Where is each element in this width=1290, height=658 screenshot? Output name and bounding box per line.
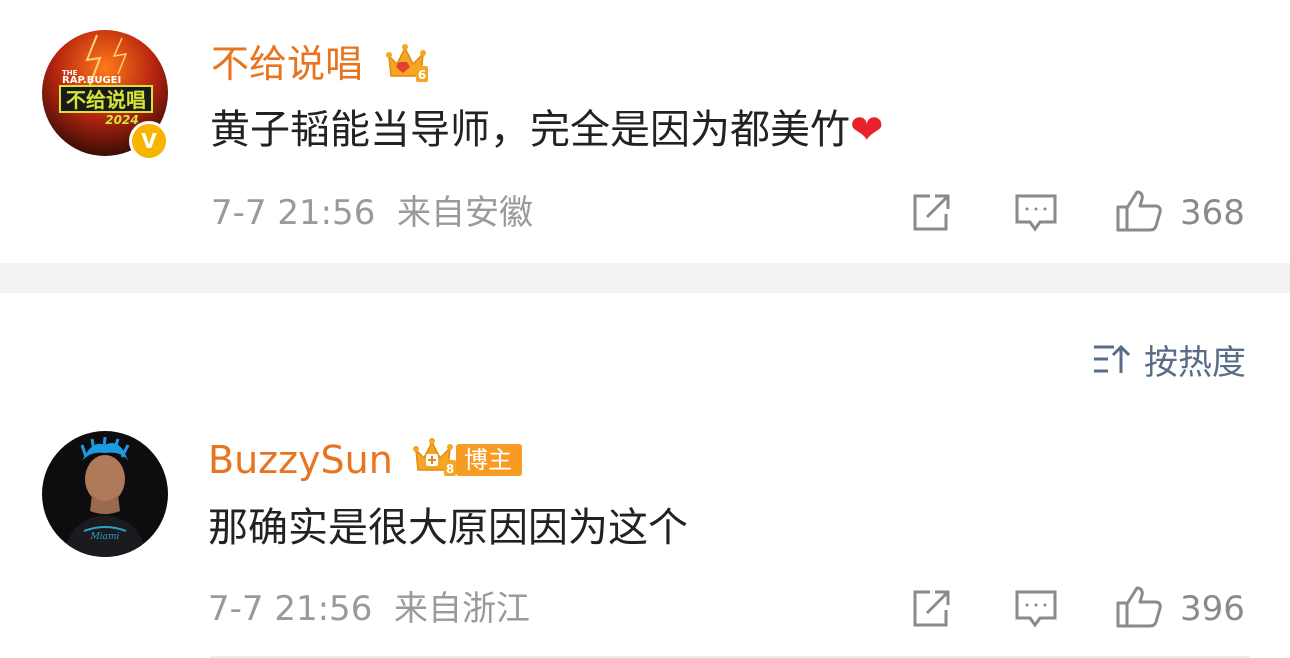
comment-time: 7-7 21:56 xyxy=(211,193,376,233)
username[interactable]: 不给说唱 xyxy=(211,40,363,88)
svg-text:8: 8 xyxy=(446,462,454,476)
sort-icon xyxy=(1092,342,1130,376)
comment-meta: 7-7 21:56 来自浙江 xyxy=(208,587,530,631)
comment-thread: THE RAP.BUGEI 不给说唱 2024 V 不给说唱 6 黄子韬能当导师… xyxy=(0,0,1290,658)
svg-text:不给说唱: 不给说唱 xyxy=(66,88,146,112)
username[interactable]: BuzzySun xyxy=(208,436,393,484)
comment-text: 那确实是很大原因因为这个 xyxy=(208,505,688,551)
comment-body: 黄子韬能当导师，完全是因为都美竹 xyxy=(210,107,850,153)
like-icon[interactable] xyxy=(1115,584,1163,630)
section-separator xyxy=(0,263,1290,293)
svg-text:RAP.BUGEI: RAP.BUGEI xyxy=(62,75,121,86)
svg-text:2024: 2024 xyxy=(105,113,138,127)
share-icon[interactable] xyxy=(910,588,952,630)
comment-icon[interactable] xyxy=(1014,192,1058,234)
comment-icon[interactable] xyxy=(1014,588,1058,630)
like-icon[interactable] xyxy=(1115,188,1163,234)
heart-emoji: ❤ xyxy=(850,107,884,153)
sort-by-hot-button[interactable]: 按热度 xyxy=(1092,336,1246,383)
like-count: 368 xyxy=(1180,193,1245,233)
comment-text: 黄子韬能当导师，完全是因为都美竹❤ xyxy=(210,104,884,156)
svg-text:Miami: Miami xyxy=(90,532,120,542)
comment-time: 7-7 21:56 xyxy=(208,589,373,629)
svg-text:6: 6 xyxy=(418,68,426,82)
crown-icon[interactable]: 8 xyxy=(412,436,458,478)
avatar[interactable]: Miami xyxy=(42,431,168,557)
sort-label: 按热度 xyxy=(1144,342,1246,383)
comment-meta: 7-7 21:56 来自安徽 xyxy=(211,191,533,235)
blogger-badge: 博主 xyxy=(456,444,522,476)
like-count: 396 xyxy=(1180,589,1245,629)
crown-icon[interactable]: 6 xyxy=(385,42,429,84)
verified-icon: V xyxy=(129,121,169,161)
comment-location: 来自浙江 xyxy=(393,589,530,629)
comment-location: 来自安徽 xyxy=(396,193,533,233)
share-icon[interactable] xyxy=(910,192,952,234)
